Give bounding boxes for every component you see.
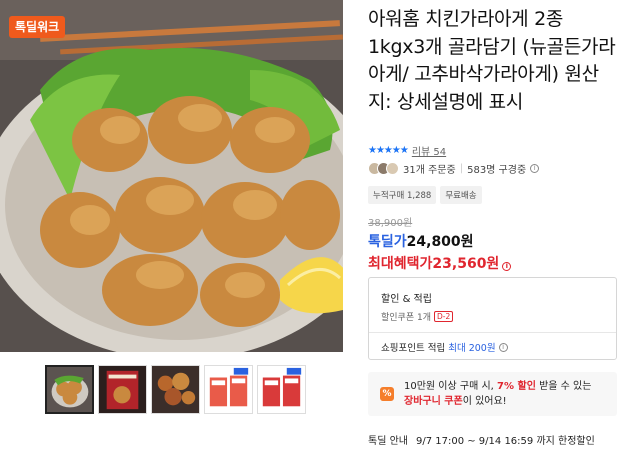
social-proof-row: 31개 주문중 | 583명 구경중 i — [368, 161, 540, 176]
coupon-info[interactable]: 할인쿠폰 1개 D-2 — [381, 310, 454, 323]
promo-text-part: 10만원 이상 구매 시, — [404, 381, 498, 392]
benefits-title: 할인 & 적립 — [381, 294, 432, 305]
max-benefit-price-row: 최대혜택가 23,560원 i — [368, 253, 512, 273]
deal-price-label: 톡딜가 — [368, 234, 407, 250]
coupon-label: 할인쿠폰 1개 — [381, 313, 431, 323]
thumbnail-strip — [45, 365, 306, 414]
main-product-image: 톡딜워크 — [0, 0, 343, 352]
tag-cumulative-purchases: 누적구매 1,288 — [368, 186, 437, 204]
info-icon[interactable]: i — [530, 164, 540, 173]
tag-free-shipping: 무료배송 — [440, 186, 482, 204]
avatar — [386, 162, 399, 175]
orders-count: 31개 주문중 — [403, 165, 456, 176]
promo-text-part: 이 있어요! — [462, 396, 507, 407]
thumbnail-4[interactable] — [204, 365, 253, 414]
deal-price-value: 24,800원 — [406, 234, 474, 250]
promo-discount: 7% 할인 — [497, 381, 536, 392]
promo-coupon-name: 장바구니 쿠폰 — [404, 396, 463, 407]
rating-row: ★★★★★ 리뷰 54 — [368, 143, 446, 158]
original-price: 38,900원 — [368, 218, 413, 229]
promo-text: 10만원 이상 구매 시, 7% 할인 받을 수 있는 장바구니 쿠폰이 있어요… — [404, 379, 591, 409]
deal-info-period: 9/7 17:00 ~ 9/14 16:59 까지 한정할인 — [415, 436, 595, 447]
cart-coupon-promo[interactable]: % 10만원 이상 구매 시, 7% 할인 받을 수 있는 장바구니 쿠폰이 있… — [368, 372, 617, 416]
divider — [369, 332, 616, 333]
deal-info-row: 톡딜 안내 9/7 17:00 ~ 9/14 16:59 까지 한정할인 — [368, 432, 595, 447]
divider: | — [459, 163, 464, 174]
thumbnail-2[interactable] — [98, 365, 147, 414]
tag-list: 누적구매 1,288 무료배송 — [368, 186, 482, 204]
thumbnail-1[interactable] — [45, 365, 94, 414]
star-rating-icon: ★★★★★ — [368, 145, 409, 156]
review-count-link[interactable]: 리뷰 54 — [412, 143, 446, 158]
deal-info-label: 톡딜 안내 — [368, 436, 408, 447]
coupon-dday-badge: D-2 — [434, 311, 454, 322]
max-benefit-value: 23,560원 — [432, 256, 500, 272]
thumbnail-3[interactable] — [151, 365, 200, 414]
chicken-karaage-photo — [0, 0, 343, 352]
thumbnail-5[interactable] — [257, 365, 306, 414]
buyer-avatars — [368, 162, 399, 175]
watching-count: 583명 구경중 — [467, 165, 527, 176]
benefits-box: 할인 & 적립 할인쿠폰 1개 D-2 쇼핑포인트 적립 최대 200원 i — [368, 277, 617, 360]
product-title: 아워홈 치킨가라아게 2종 1kgx3개 골라담기 (뉴골든가라아게/ 고추바삭… — [368, 8, 616, 113]
point-label: 쇼핑포인트 적립 — [381, 343, 446, 354]
point-value: 200원 — [468, 343, 496, 354]
percent-icon: % — [380, 387, 394, 401]
promo-text-part: 받을 수 있는 — [535, 381, 592, 392]
point-info: 쇼핑포인트 적립 최대 200원 i — [381, 340, 508, 354]
point-prefix: 최대 — [448, 343, 466, 354]
deal-price-row: 톡딜가 24,800원 — [368, 231, 474, 251]
info-icon[interactable]: i — [498, 342, 508, 352]
max-benefit-label: 최대혜택가 — [368, 256, 433, 272]
brand-badge: 톡딜워크 — [9, 16, 66, 38]
info-icon[interactable]: i — [502, 262, 512, 271]
